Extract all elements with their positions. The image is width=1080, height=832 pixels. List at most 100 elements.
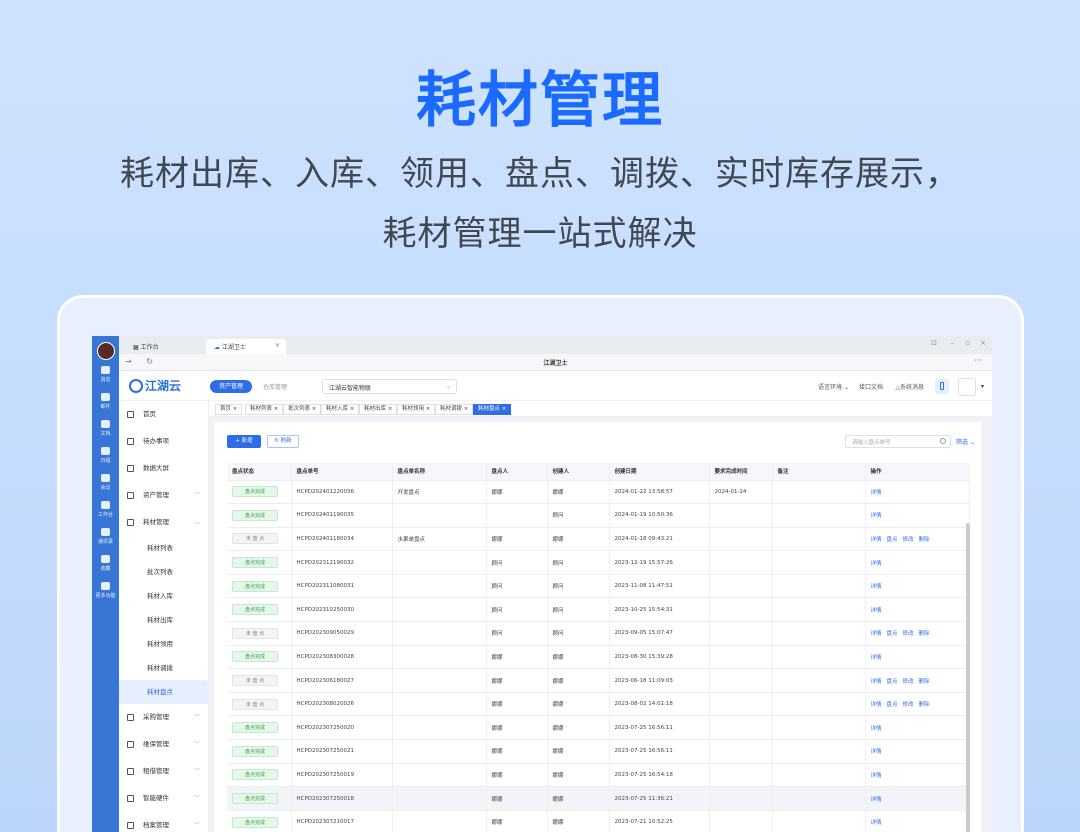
maximize-icon[interactable]: ▫ (965, 339, 970, 347)
menu-item[interactable]: 智能硬件 ﹀ (119, 785, 208, 812)
table-row[interactable]: 盘点完成 HCPD202312190032 顾问 顾问 2023-12-19 15:57… (227, 550, 970, 575)
close-window-icon[interactable]: × (980, 339, 986, 347)
table-row[interactable]: 盘点完成 HCPD202310250030 顾问 顾问 2023-10-25 15:54… (227, 597, 970, 623)
action-link[interactable]: 盘点 (887, 679, 898, 685)
action-link[interactable]: 详情 (871, 631, 882, 637)
table-row[interactable]: 盘点完成 HCPD202307250019 娜娜 娜娜 2023-07-25 16:54… (227, 763, 970, 788)
menu-item[interactable]: 首页 (119, 401, 208, 428)
close-tab-icon[interactable]: × (275, 342, 280, 349)
rail-item[interactable]: 更多功能 (92, 582, 119, 609)
close-tag-icon[interactable]: × (272, 406, 279, 412)
menu-sub-item[interactable]: 耗材出库 (119, 608, 208, 632)
project-select[interactable]: 江湖云智能物联 ⌄ (322, 379, 457, 394)
filter-button[interactable]: 筛选 ⌄ (956, 437, 975, 446)
close-tag-icon[interactable]: × (424, 406, 431, 412)
menu-item[interactable]: 资产管理 ﹀ (119, 482, 208, 509)
tab-workbench[interactable]: ▦ 工作台 (125, 339, 167, 354)
action-link[interactable]: 详情 (871, 797, 882, 803)
menu-sub-item[interactable]: 耗材盘点 (119, 680, 208, 704)
breadcrumb-tag[interactable]: 耗材出库 × (359, 404, 398, 415)
table-row[interactable]: 盘点完成 HCPD202307250021 娜娜 娜娜 2023-07-25 16:56… (227, 739, 970, 764)
menu-item[interactable]: 数据大屏 (119, 455, 208, 482)
menu-item[interactable]: 维保管理 ﹀ (119, 731, 208, 758)
table-row[interactable]: 未 盘 点 HCPD202308020026 娜娜 娜娜 2023-08-02 14:0… (227, 692, 970, 717)
close-tag-icon[interactable]: × (310, 406, 317, 412)
close-tag-icon[interactable]: × (462, 406, 469, 412)
action-link[interactable]: 详情 (871, 537, 882, 543)
api-doc-link[interactable]: 接口文档 (859, 382, 883, 391)
action-link[interactable]: 详情 (871, 702, 882, 708)
action-link[interactable]: 修改 (903, 631, 914, 637)
action-link[interactable]: 详情 (871, 773, 882, 779)
breadcrumb-tag[interactable]: 耗材调拨 × (435, 404, 474, 415)
action-link[interactable]: 删除 (919, 631, 930, 637)
action-link[interactable]: 详情 (871, 608, 882, 614)
rail-item[interactable]: 收藏 (92, 555, 119, 582)
rail-item[interactable]: 会议 (92, 474, 119, 501)
search-input[interactable]: 请输入盘点单号 (845, 435, 951, 448)
action-link[interactable]: 详情 (871, 749, 882, 755)
action-link[interactable]: 详情 (871, 655, 882, 661)
action-link[interactable]: 删除 (919, 702, 930, 708)
module-warehouse-tab[interactable]: 仓库管理 (263, 382, 287, 391)
rail-item[interactable]: 消息 (92, 366, 119, 393)
action-link[interactable]: 详情 (871, 726, 882, 732)
module-asset-tab[interactable]: 资产管理 (210, 380, 252, 393)
rail-item[interactable]: 日程 (92, 447, 119, 474)
table-row[interactable]: 盘点完成 HCPD202308300028 娜娜 娜娜 2023-08-30 15:39… (227, 645, 970, 670)
breadcrumb-tag[interactable]: 耗材领用 × (397, 404, 436, 415)
action-link[interactable]: 详情 (871, 561, 882, 567)
menu-sub-item[interactable]: 耗材入库 (119, 584, 208, 608)
breadcrumb-tag[interactable]: 批次列表 × (283, 404, 322, 415)
rail-item[interactable]: 邮件 (92, 393, 119, 420)
minimize-icon[interactable]: – (951, 339, 955, 347)
close-tag-icon[interactable]: × (348, 406, 355, 412)
action-link[interactable]: 详情 (871, 490, 882, 496)
action-link[interactable]: 修改 (903, 537, 914, 543)
avatar-caret-icon[interactable]: ▾ (981, 383, 984, 390)
table-row[interactable]: 盘点完成 HCPD202307250020 娜娜 娜娜 2023-07-25 16:56… (227, 715, 970, 741)
refresh-button[interactable]: ↻ 刷新 (267, 435, 299, 448)
action-link[interactable]: 详情 (871, 584, 882, 590)
breadcrumb-tag[interactable]: 耗材盘点 × (473, 404, 512, 415)
header-avatar[interactable] (958, 378, 976, 396)
breadcrumb-tag[interactable]: 耗材入库 × (321, 404, 360, 415)
mobile-icon[interactable] (935, 379, 949, 394)
action-link[interactable]: 修改 (903, 702, 914, 708)
close-tag-icon[interactable]: × (231, 406, 238, 412)
menu-item[interactable]: 采购管理 ﹀ (119, 704, 208, 731)
action-link[interactable]: 盘点 (887, 702, 898, 708)
table-row[interactable]: 盘点完成 HCPD202307250018 娜娜 娜娜 2023-07-25 11:36… (227, 786, 970, 811)
table-row[interactable]: 盘点完成 HCPD202311080031 顾问 顾问 2023-11-08 11:47… (227, 574, 970, 599)
menu-sub-item[interactable]: 耗材领用 (119, 632, 208, 656)
breadcrumb-tag[interactable]: 耗材列表 × (245, 404, 284, 415)
action-link[interactable]: 删除 (919, 537, 930, 543)
action-link[interactable]: 详情 (871, 820, 882, 826)
rail-item[interactable]: 通讯录 (92, 528, 119, 555)
table-row[interactable]: 盘点完成 HCPD202307210017 娜娜 娜娜 2023-07-21 10:52… (227, 810, 970, 832)
pin-icon[interactable]: ⊡ (931, 339, 937, 347)
table-row[interactable]: 未 盘 点 HCPD202306180027 娜娜 娜娜 2023-06-18 11:0… (227, 668, 970, 693)
close-tag-icon[interactable]: × (386, 406, 393, 412)
breadcrumb-tag[interactable]: 首页 × (215, 404, 243, 415)
table-row[interactable]: 盘点完成 HCPD202401220036 开发盘点 娜娜 娜娜 2024-01-22 1… (227, 480, 970, 505)
menu-item[interactable]: 待办事项 (119, 428, 208, 455)
menu-item[interactable]: 租借管理 ﹀ (119, 758, 208, 785)
tab-jianghu[interactable]: ☁ 江湖卫士 × (206, 339, 286, 354)
more-icon[interactable]: ··· (974, 356, 982, 365)
action-link[interactable]: 修改 (903, 679, 914, 685)
menu-item[interactable]: 耗材管理 ︿ (119, 509, 208, 536)
add-button[interactable]: + 新增 (227, 435, 261, 448)
close-tag-icon[interactable]: × (500, 406, 507, 412)
menu-sub-item[interactable]: 耗材列表 (119, 536, 208, 560)
rail-item[interactable]: 工作台 (92, 501, 119, 528)
table-row[interactable]: 未 盘 点 HCPD202309050029 顾问 顾问 2023-09-05 15:0… (227, 621, 970, 646)
table-row[interactable]: 盘点完成 HCPD202401190035 顾问 2024-01-19 10:50:3… (227, 503, 970, 528)
action-link[interactable]: 盘点 (887, 537, 898, 543)
system-message-link[interactable]: △系统消息 (895, 382, 924, 391)
table-row[interactable]: 未 盘 点 HCPD202401180034 水果单盘点 娜娜 娜娜 2024-01-18… (227, 527, 970, 552)
menu-sub-item[interactable]: 批次列表 (119, 560, 208, 584)
language-env-menu[interactable]: 语言环境 ⌄ (818, 382, 849, 391)
menu-item[interactable]: 档案管理 ﹀ (119, 812, 208, 832)
action-link[interactable]: 盘点 (887, 631, 898, 637)
